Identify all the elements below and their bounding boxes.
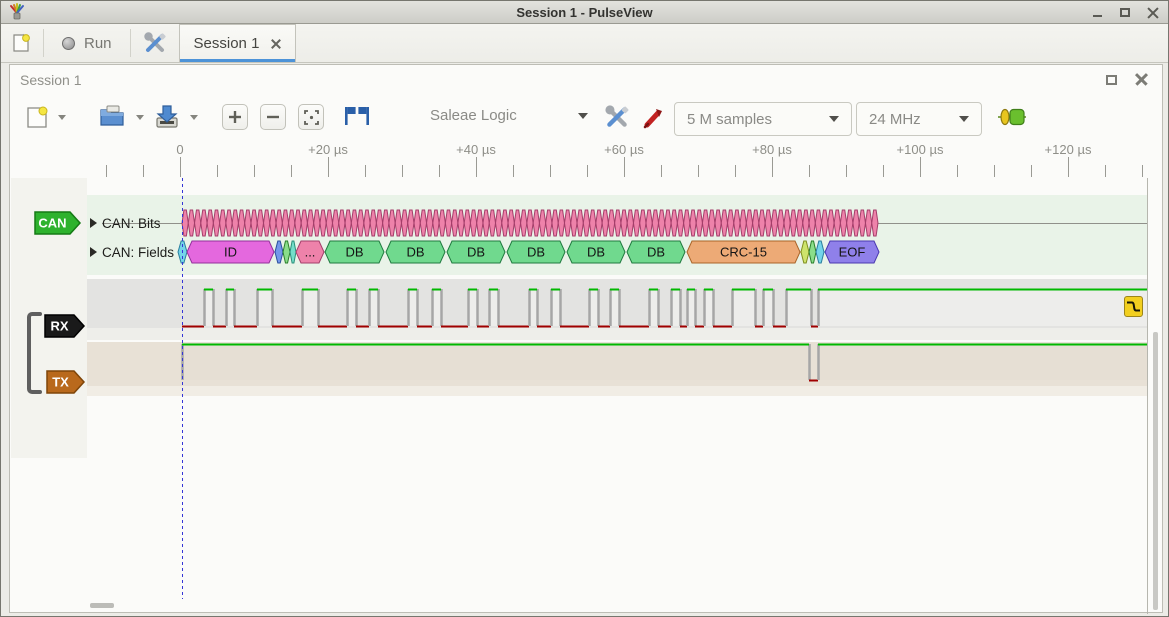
device-selector[interactable]: Saleae Logic bbox=[430, 107, 517, 124]
minus-icon bbox=[266, 110, 280, 124]
sample-rate-dropdown-icon bbox=[959, 116, 969, 122]
save-button[interactable] bbox=[152, 102, 182, 130]
ruler-time-label: +60 µs bbox=[604, 142, 644, 157]
zoom-out-button[interactable] bbox=[260, 104, 286, 130]
new-session-icon bbox=[11, 33, 31, 53]
open-button[interactable] bbox=[98, 102, 128, 130]
trigger-flags-button[interactable] bbox=[342, 104, 372, 130]
ruler-time-label: +40 µs bbox=[456, 142, 496, 157]
rx-trace-row[interactable] bbox=[87, 279, 1147, 328]
window-title: Session 1 - PulseView bbox=[1, 5, 1168, 20]
settings-button[interactable] bbox=[133, 24, 177, 62]
close-icon bbox=[1147, 7, 1159, 19]
pulseview-window: Session 1 - PulseView Run bbox=[0, 0, 1169, 617]
toolbar-separator bbox=[130, 29, 131, 57]
save-icon bbox=[154, 103, 180, 129]
tx-row-lower-strip bbox=[87, 386, 1147, 396]
falling-edge-trigger-badge[interactable] bbox=[1124, 296, 1143, 317]
maximize-button[interactable] bbox=[1118, 6, 1132, 20]
ruler-time-label: +100 µs bbox=[897, 142, 944, 157]
minimize-icon bbox=[1093, 15, 1102, 17]
horizontal-scrollbar[interactable] bbox=[90, 603, 114, 608]
can-fields-row-label[interactable]: CAN: Fields bbox=[102, 245, 174, 260]
probe-icon bbox=[642, 105, 666, 129]
ruler-time-label: +20 µs bbox=[308, 142, 348, 157]
panel-title: Session 1 bbox=[20, 72, 81, 88]
add-decoder-button[interactable] bbox=[996, 106, 1028, 128]
new-file-button[interactable] bbox=[24, 104, 50, 130]
trace-label-margin bbox=[11, 178, 87, 458]
vertical-scrollbar[interactable] bbox=[1153, 332, 1158, 610]
panel-maximize-icon[interactable] bbox=[1106, 75, 1117, 85]
device-selector-label: Saleae Logic bbox=[430, 107, 517, 124]
tab-close-icon[interactable] bbox=[271, 39, 281, 49]
new-file-icon bbox=[26, 105, 48, 129]
ruler-time-label: +80 µs bbox=[752, 142, 792, 157]
run-led-icon bbox=[62, 37, 75, 50]
run-button[interactable]: Run bbox=[46, 24, 128, 62]
sample-rate-select[interactable]: 24 MHz bbox=[856, 102, 982, 136]
zoom-in-button[interactable] bbox=[222, 104, 248, 130]
sample-count-value: 5 M samples bbox=[687, 111, 772, 128]
pulseview-logo-icon bbox=[8, 3, 26, 21]
can-bits-row-label[interactable]: CAN: Bits bbox=[102, 216, 161, 231]
trace-area-right-border bbox=[1147, 178, 1148, 614]
decoder-icon bbox=[997, 108, 1027, 126]
sample-count-dropdown-icon bbox=[829, 116, 839, 122]
tools-icon bbox=[604, 104, 630, 130]
tx-trace-row[interactable] bbox=[87, 342, 1147, 386]
device-dropdown-icon[interactable] bbox=[578, 113, 588, 119]
zoom-fit-button[interactable] bbox=[298, 104, 324, 130]
open-folder-icon bbox=[99, 104, 127, 128]
device-config-button[interactable] bbox=[602, 103, 632, 131]
save-dropdown-icon[interactable] bbox=[190, 115, 198, 120]
tools-icon bbox=[143, 31, 167, 55]
sample-count-select[interactable]: 5 M samples bbox=[674, 102, 852, 136]
sample-rate-value: 24 MHz bbox=[869, 111, 921, 128]
run-button-label: Run bbox=[84, 35, 112, 52]
ruler-time-label: 0 bbox=[176, 142, 183, 157]
toolbar-separator bbox=[43, 29, 44, 57]
falling-edge-icon bbox=[1126, 299, 1141, 314]
tab-session-1[interactable]: Session 1 bbox=[179, 24, 297, 62]
zoom-fit-icon bbox=[304, 110, 319, 125]
close-button[interactable] bbox=[1146, 6, 1160, 20]
maximize-icon bbox=[1120, 8, 1130, 17]
tab-label: Session 1 bbox=[194, 35, 260, 52]
minimize-button[interactable] bbox=[1090, 6, 1104, 20]
new-file-dropdown-icon[interactable] bbox=[58, 115, 66, 120]
titlebar[interactable]: Session 1 - PulseView bbox=[1, 1, 1168, 24]
rx-row-lower-strip bbox=[87, 328, 1147, 340]
open-dropdown-icon[interactable] bbox=[136, 115, 144, 120]
flags-icon bbox=[343, 106, 371, 128]
session-toolbar: Saleae Logic 5 M samples bbox=[10, 93, 1162, 139]
can-decoder-row[interactable] bbox=[87, 195, 1147, 275]
new-session-button[interactable] bbox=[1, 24, 41, 62]
time-ruler[interactable]: 0 +20 µs +40 µs +60 µs +80 µs +100 µs +120 µs bbox=[10, 142, 1162, 158]
panel-close-icon[interactable] bbox=[1135, 73, 1148, 86]
channels-probe-button[interactable] bbox=[640, 103, 668, 131]
main-toolbar: Run Session 1 bbox=[1, 24, 1168, 63]
plus-icon bbox=[228, 110, 242, 124]
ruler-time-label: +120 µs bbox=[1045, 142, 1092, 157]
session-panel: Session 1 bbox=[9, 64, 1163, 613]
